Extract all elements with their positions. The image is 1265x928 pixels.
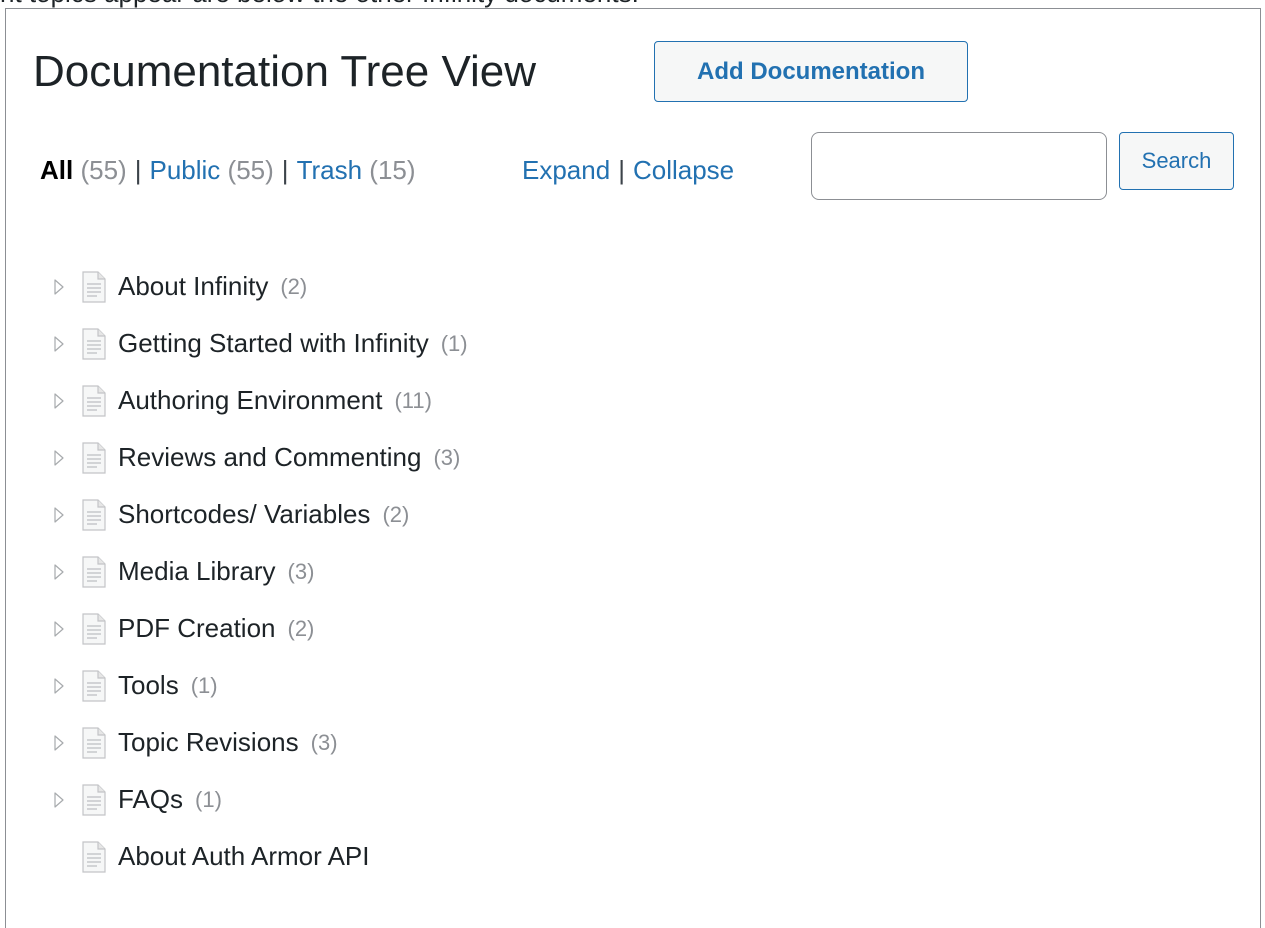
- document-icon: [82, 783, 108, 817]
- tree-item[interactable]: Reviews and Commenting (3): [44, 429, 468, 486]
- filter-public-link[interactable]: Public (55): [149, 155, 273, 185]
- tree-item-count: (1): [440, 330, 468, 356]
- filter-separator: |: [134, 155, 142, 185]
- expand-toggle-icon[interactable]: [52, 562, 66, 582]
- document-icon: [82, 726, 108, 760]
- document-icon: [82, 555, 108, 589]
- expand-toggle-icon[interactable]: [52, 619, 66, 639]
- tree-item[interactable]: Topic Revisions (3): [44, 714, 468, 771]
- filter-all-link[interactable]: All (55): [40, 155, 127, 185]
- tree-action-separator: |: [618, 155, 625, 185]
- tree-item[interactable]: Getting Started with Infinity (1): [44, 315, 468, 372]
- tree-item[interactable]: PDF Creation (2): [44, 600, 468, 657]
- documentation-tree: About Infinity (2) Getting Started with In…: [44, 258, 468, 885]
- document-icon: [82, 327, 108, 361]
- document-icon: [82, 441, 108, 475]
- document-icon: [82, 498, 108, 532]
- expand-all-link[interactable]: Expand: [522, 155, 610, 185]
- document-icon: [82, 612, 108, 646]
- tree-item-title[interactable]: Getting Started with Infinity: [118, 328, 429, 359]
- tree-item[interactable]: FAQs (1): [44, 771, 468, 828]
- filter-all-label: All: [40, 155, 74, 185]
- filter-public-count: (55): [227, 155, 274, 185]
- tree-item-count: (1): [195, 786, 222, 812]
- expand-toggle-icon[interactable]: [52, 790, 66, 810]
- tree-item-count: (3): [287, 558, 315, 584]
- filter-trash-count: (15): [369, 155, 416, 185]
- expand-toggle-icon[interactable]: [52, 277, 66, 297]
- tree-item-count: (3): [310, 729, 338, 755]
- tree-item-title[interactable]: About Auth Armor API: [118, 841, 369, 872]
- tree-item[interactable]: Shortcodes/ Variables (2): [44, 486, 468, 543]
- collapse-all-link[interactable]: Collapse: [633, 155, 734, 185]
- filter-separator: |: [281, 155, 289, 185]
- expand-toggle-icon[interactable]: [52, 676, 66, 696]
- tree-item-title[interactable]: PDF Creation: [118, 613, 276, 644]
- tree-item-title[interactable]: Media Library: [118, 556, 276, 587]
- status-filters: All (55) | Public (55) | Trash (15): [40, 152, 416, 188]
- page-title: Documentation Tree View: [33, 47, 537, 96]
- expand-toggle-icon[interactable]: [52, 391, 66, 411]
- tree-item-title[interactable]: Authoring Environment: [118, 385, 382, 416]
- filter-all-count: (55): [80, 155, 127, 185]
- tree-item-count: (1): [190, 672, 218, 698]
- expand-toggle-icon[interactable]: [52, 505, 66, 525]
- search-button[interactable]: Search: [1119, 132, 1234, 190]
- tree-item-title[interactable]: About Infinity: [118, 271, 268, 302]
- tree-item-title[interactable]: Reviews and Commenting: [118, 442, 421, 473]
- expand-toggle-icon[interactable]: [52, 733, 66, 753]
- tree-item-title[interactable]: Shortcodes/ Variables: [118, 499, 370, 530]
- expand-toggle-icon[interactable]: [52, 448, 66, 468]
- tree-item-count: (3): [433, 444, 461, 470]
- add-documentation-button[interactable]: Add Documentation: [654, 41, 968, 102]
- tree-item[interactable]: Authoring Environment (11): [44, 372, 468, 429]
- expand-toggle-icon[interactable]: [52, 334, 66, 354]
- document-icon: [82, 669, 108, 703]
- document-icon: [82, 384, 108, 418]
- document-icon: [82, 840, 108, 874]
- tree-item[interactable]: Tools (1): [44, 657, 468, 714]
- search-input[interactable]: [811, 132, 1107, 200]
- tree-item-title[interactable]: Tools: [118, 670, 179, 701]
- filter-trash-link[interactable]: Trash (15): [297, 155, 416, 185]
- filter-public-label: Public: [149, 155, 221, 185]
- tree-item[interactable]: About Auth Armor API: [44, 828, 468, 885]
- toggle-spacer: [52, 847, 66, 867]
- tree-item-count: (2): [280, 273, 308, 299]
- tree-actions: Expand | Collapse: [522, 152, 734, 188]
- tree-item-count: (2): [287, 615, 315, 641]
- document-icon: [82, 270, 108, 304]
- tree-item-count: (11): [394, 387, 432, 413]
- tree-item[interactable]: About Infinity (2): [44, 258, 468, 315]
- tree-item-title[interactable]: FAQs: [118, 784, 183, 815]
- tree-item-title[interactable]: Topic Revisions: [118, 727, 299, 758]
- tree-item[interactable]: Media Library (3): [44, 543, 468, 600]
- tree-item-count: (2): [382, 501, 410, 527]
- filter-trash-label: Trash: [296, 155, 363, 185]
